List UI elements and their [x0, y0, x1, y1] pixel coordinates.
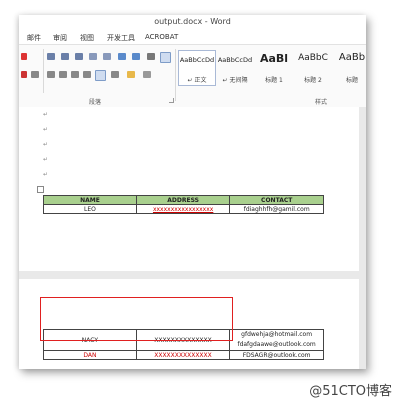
- multilevel-list-icon[interactable]: [75, 53, 83, 60]
- sort-icon[interactable]: [147, 53, 155, 60]
- tab-mailings[interactable]: 邮件: [27, 33, 41, 43]
- style-name: ↵ 无间隔: [222, 77, 248, 84]
- distribute-icon[interactable]: [95, 70, 106, 81]
- window-title: output.docx - Word: [154, 17, 231, 26]
- styles-group-label: 样式: [315, 99, 328, 106]
- watermark: @51CTO博客: [309, 384, 392, 399]
- ribbon: 段落 AaBbCcDd ↵ 正文 AaBbCcDd ↵ 无间隔 AaBl 标题 …: [19, 44, 366, 109]
- cell-contact[interactable]: fdiaghhfh@gamil.com: [229, 204, 324, 214]
- paragraph-dialog-launcher-icon[interactable]: [169, 98, 174, 103]
- font-color-icon[interactable]: [21, 53, 27, 60]
- style-title[interactable]: AaBb 标题: [333, 50, 366, 86]
- align-left-icon[interactable]: [47, 71, 55, 78]
- style-name: 标题 2: [304, 77, 322, 84]
- tab-acrobat[interactable]: ACROBAT: [145, 33, 178, 41]
- title-bar: output.docx - Word: [19, 15, 366, 31]
- contact-line: gfdwehja@hotmail.com: [241, 331, 313, 338]
- cell-address[interactable]: XXXXXXXXXXXXXX: [135, 350, 231, 360]
- justify-icon[interactable]: [83, 71, 91, 78]
- paragraph-mark: ↵: [43, 111, 49, 118]
- table-header-row: NAME ADDRESS CONTACT: [43, 195, 324, 205]
- style-normal[interactable]: AaBbCcDd ↵ 正文: [178, 50, 216, 86]
- align-center-icon[interactable]: [59, 71, 67, 78]
- separator: [175, 49, 176, 101]
- align-right-icon[interactable]: [71, 71, 79, 78]
- paragraph-mark: ↵: [43, 156, 49, 163]
- style-heading-1[interactable]: AaBl 标题 1: [255, 50, 293, 86]
- style-sample: AaBbCcDd: [179, 56, 215, 64]
- table-1[interactable]: NAME ADDRESS CONTACT LEO xxxxxxxxxxxxxxx…: [43, 195, 324, 214]
- page-1[interactable]: ↵ ↵ ↵ ↵ ↵ NAME ADDRESS CONTACT LEO xxxxx…: [19, 107, 359, 271]
- paragraph-mark: ↵: [43, 171, 49, 178]
- highlight-box: [40, 297, 233, 341]
- style-heading-2[interactable]: AaBbC 标题 2: [294, 50, 332, 86]
- tab-view[interactable]: 视图: [80, 33, 94, 43]
- style-no-spacing[interactable]: AaBbCcDd ↵ 无间隔: [216, 50, 254, 86]
- asian-layout-icon[interactable]: [132, 53, 140, 60]
- style-sample: AaBbCcDd: [217, 56, 253, 64]
- style-sample: AaBb: [338, 52, 366, 63]
- style-name: 标题 1: [265, 77, 283, 84]
- borders-icon[interactable]: [143, 71, 151, 78]
- header-name[interactable]: NAME: [43, 195, 137, 205]
- header-contact[interactable]: CONTACT: [229, 195, 324, 205]
- show-marks-icon[interactable]: [160, 52, 171, 63]
- tab-developer[interactable]: 开发工具: [107, 33, 135, 43]
- style-sample: AaBl: [259, 52, 289, 65]
- increase-indent-icon[interactable]: [103, 53, 111, 60]
- style-name: 标题: [345, 77, 358, 84]
- paragraph-mark: ↵: [43, 126, 49, 133]
- char-border-icon[interactable]: [31, 71, 39, 78]
- ribbon-tabs: 邮件 审阅 视图 开发工具 ACROBAT: [19, 31, 366, 44]
- cell-address[interactable]: xxxxxxxxxxxxxxxxx: [135, 204, 231, 214]
- style-sample: AaBbC: [298, 53, 328, 63]
- cell-name[interactable]: LEO: [43, 204, 137, 214]
- contact-line: fdafgdaawe@outlook.com: [237, 341, 316, 348]
- table-row: DAN XXXXXXXXXXXXXX FDSAGR@outlook.com: [43, 350, 324, 360]
- shading-icon[interactable]: [127, 71, 135, 78]
- line-spacing-icon[interactable]: [111, 71, 119, 78]
- paragraph-group-label: 段落: [89, 99, 102, 106]
- table-row: LEO xxxxxxxxxxxxxxxxx fdiaghhfh@gamil.co…: [43, 204, 324, 214]
- cell-name[interactable]: DAN: [43, 350, 137, 360]
- style-name: ↵ 正文: [187, 77, 207, 84]
- separator: [43, 49, 44, 93]
- cell-contact[interactable]: gfdwehja@hotmail.com fdafgdaawe@outlook.…: [229, 329, 324, 351]
- numbering-icon[interactable]: [61, 53, 69, 60]
- paragraph-mark: ↵: [43, 141, 49, 148]
- distributed-icon[interactable]: [118, 53, 126, 60]
- bullets-icon[interactable]: [47, 53, 55, 60]
- decrease-indent-icon[interactable]: [89, 53, 97, 60]
- tab-review[interactable]: 审阅: [53, 33, 67, 43]
- text-effect-icon[interactable]: [21, 71, 27, 78]
- screenshot: { "window": { "title": "output.docx - Wo…: [0, 0, 408, 409]
- header-address[interactable]: ADDRESS: [135, 195, 231, 205]
- cell-contact[interactable]: FDSAGR@outlook.com: [229, 350, 324, 360]
- table-move-handle-icon[interactable]: [37, 186, 44, 193]
